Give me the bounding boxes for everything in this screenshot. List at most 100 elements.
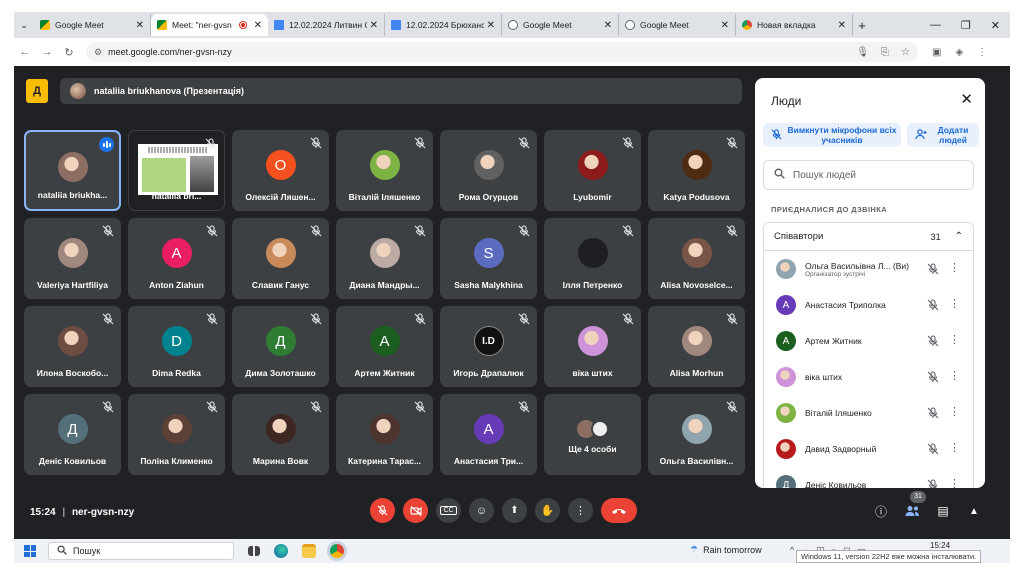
browser-tab[interactable]: Новая вкладка ✕	[736, 14, 853, 36]
participant-tile[interactable]: Рома Огурцов	[440, 130, 537, 211]
mic-off-icon[interactable]	[927, 335, 939, 349]
chevron-up-icon[interactable]: ⌃	[955, 231, 963, 242]
mic-off-icon[interactable]	[927, 371, 939, 385]
mute-all-button[interactable]: Вимкнути мікрофони всіх учасників	[763, 123, 901, 147]
participant-row[interactable]: Віталій Іляшенко ⋮	[764, 395, 973, 431]
participant-row[interactable]: A Артем Житник ⋮	[764, 323, 973, 359]
new-tab-button[interactable]: +	[853, 18, 871, 33]
back-icon[interactable]: ←	[14, 46, 36, 58]
more-vert-icon[interactable]: ⋮	[949, 297, 960, 310]
close-tab-icon[interactable]: ✕	[721, 20, 729, 31]
more-vert-icon[interactable]: ⋮	[949, 405, 960, 418]
captions-button[interactable]: CC	[436, 498, 461, 523]
participant-tile[interactable]: A Анастасия Три...	[440, 394, 537, 475]
add-people-button[interactable]: Додати людей	[907, 123, 979, 147]
reload-icon[interactable]: ↻	[58, 46, 80, 59]
browser-tab[interactable]: 12.02.2024 Литвин С ✕	[268, 14, 385, 36]
bookmark-star-icon[interactable]: ☆	[901, 47, 910, 58]
close-tab-icon[interactable]: ✕	[604, 20, 612, 31]
participant-tile[interactable]: nataliia briukha...	[24, 130, 121, 211]
group-header[interactable]: Співавтори 31 ⌃	[764, 223, 973, 251]
participant-tile[interactable]: Диана Мандры...	[336, 218, 433, 299]
side-panel-icon[interactable]: ▣	[932, 47, 941, 58]
browser-tab[interactable]: Meet: "ner-gvsn ✕	[151, 14, 268, 36]
mic-off-icon[interactable]	[927, 407, 939, 421]
participant-tile[interactable]: Alisa Morhun	[648, 306, 745, 387]
participant-tile[interactable]: A Anton Ziahun	[128, 218, 225, 299]
more-vert-icon[interactable]: ⋮	[949, 261, 960, 274]
participant-tile[interactable]: A Артем Житник	[336, 306, 433, 387]
participant-tile[interactable]: Lyubomir	[544, 130, 641, 211]
participant-row[interactable]: Давид Задворный ⋮	[764, 431, 973, 467]
participant-row[interactable]: віка штих ⋮	[764, 359, 973, 395]
close-tab-icon[interactable]: ✕	[487, 20, 495, 31]
people-search-input[interactable]: Пошук людей	[763, 160, 974, 190]
presentation-bar[interactable]: nataliia briukhanova (Презентація)	[60, 78, 742, 104]
raise-hand-button[interactable]: ✋	[535, 498, 560, 523]
participant-tile[interactable]: Ще 4 особи	[544, 394, 641, 475]
extension-icon[interactable]: ◈	[955, 47, 963, 58]
present-button[interactable]: ⬆	[502, 498, 527, 523]
forward-icon[interactable]: →	[36, 46, 58, 58]
close-tab-icon[interactable]: ✕	[254, 20, 262, 31]
more-options-button[interactable]: ⋮	[568, 498, 593, 523]
site-info-icon[interactable]: ⚙	[94, 47, 102, 58]
participant-row[interactable]: Д Деніс Ковильов ⋮	[764, 467, 973, 488]
participant-tile[interactable]: віка штих	[544, 306, 641, 387]
chrome-menu-icon[interactable]: ⋮	[977, 47, 987, 58]
tab-search-icon[interactable]: ⌄	[14, 20, 34, 31]
participant-tile[interactable]: I.D Игорь Драпалюк	[440, 306, 537, 387]
people-button[interactable]	[903, 502, 921, 520]
browser-tab[interactable]: Google Meet ✕	[619, 14, 736, 36]
browser-tab[interactable]: Google Meet ✕	[502, 14, 619, 36]
maximize-icon[interactable]: ❐	[961, 19, 971, 32]
participant-tile[interactable]: Віталій Іляшенко	[336, 130, 433, 211]
participant-tile[interactable]: S Sasha Malykhina	[440, 218, 537, 299]
participant-tile[interactable]: Alisa Novoselce...	[648, 218, 745, 299]
browser-tab[interactable]: Google Meet ✕	[34, 14, 151, 36]
participant-tile[interactable]: Марина Вовк	[232, 394, 329, 475]
minimize-icon[interactable]: —	[930, 19, 941, 32]
more-vert-icon[interactable]: ⋮	[949, 333, 960, 346]
participant-tile[interactable]: Д Деніс Ковильов	[24, 394, 121, 475]
participant-tile[interactable]: Ілля Петренко	[544, 218, 641, 299]
edge-icon[interactable]	[274, 544, 288, 558]
microphone-toggle-button[interactable]	[370, 498, 395, 523]
participant-tile[interactable]: О Олексій Ляшен...	[232, 130, 329, 211]
participant-tile[interactable]: Valeriya Hartfiliya	[24, 218, 121, 299]
file-explorer-icon[interactable]	[302, 544, 316, 558]
mic-off-icon[interactable]	[927, 263, 939, 277]
participant-tile[interactable]: Ольга Василівн...	[648, 394, 745, 475]
chat-button[interactable]: ▤	[934, 502, 952, 520]
close-tab-icon[interactable]: ✕	[370, 20, 378, 31]
close-tab-icon[interactable]: ✕	[838, 20, 846, 31]
microphone-icon[interactable]: 🎙	[856, 47, 869, 58]
more-vert-icon[interactable]: ⋮	[949, 369, 960, 382]
participant-tile[interactable]: Д Дима Золоташко	[232, 306, 329, 387]
task-view-icon[interactable]	[248, 546, 260, 556]
close-panel-icon[interactable]: ✕	[960, 90, 973, 108]
windows-start-icon[interactable]	[24, 545, 36, 557]
presenter-badge[interactable]: Д	[26, 79, 48, 103]
mic-off-icon[interactable]	[927, 443, 939, 457]
participant-row[interactable]: A Анастасия Триполка ⋮	[764, 287, 973, 323]
participant-tile[interactable]: Илона Воскобо...	[24, 306, 121, 387]
leave-call-button[interactable]	[601, 498, 637, 523]
reactions-button[interactable]: ☺	[469, 498, 494, 523]
weather-widget[interactable]: ☂ Rain tomorrow	[690, 544, 762, 555]
mic-off-icon[interactable]	[927, 299, 939, 313]
participant-tile[interactable]: Katya Podusova	[648, 130, 745, 211]
participant-tile[interactable]: Катерина Тарас...	[336, 394, 433, 475]
participant-tile[interactable]: nataliia bri...	[128, 130, 225, 211]
participant-tile[interactable]: D Dima Redka	[128, 306, 225, 387]
taskbar-search-input[interactable]: Пошук	[48, 542, 234, 560]
browser-tab[interactable]: 12.02.2024 Брюханс ✕	[385, 14, 502, 36]
close-window-icon[interactable]: ✕	[991, 19, 1000, 32]
participant-tile[interactable]: Славик Ганус	[232, 218, 329, 299]
url-input[interactable]: ⚙ meet.google.com/ner-gvsn-nzy 🎙 ⎘ ☆	[86, 42, 918, 62]
meeting-details-button[interactable]: ⓘ	[872, 502, 890, 520]
close-tab-icon[interactable]: ✕	[136, 20, 144, 31]
participant-tile[interactable]: Поліна Клименко	[128, 394, 225, 475]
more-vert-icon[interactable]: ⋮	[949, 441, 960, 454]
translate-icon[interactable]: ⎘	[881, 47, 889, 58]
